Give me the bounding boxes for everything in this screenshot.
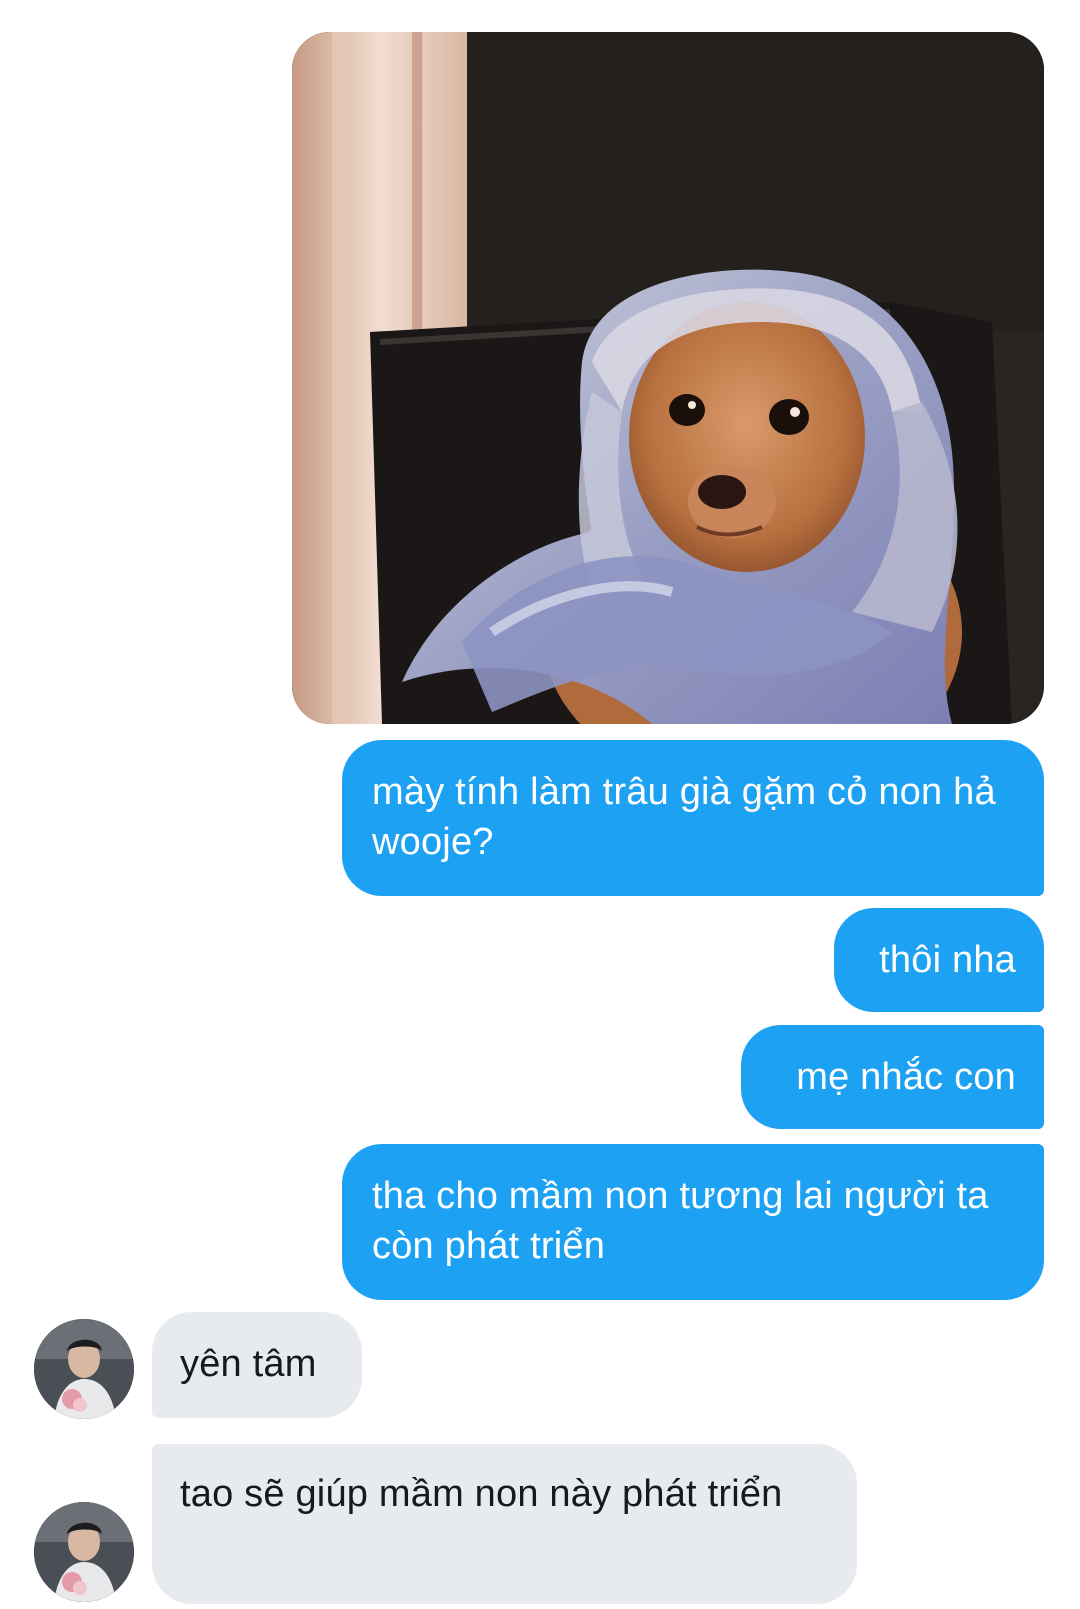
dog-meme-image: [292, 32, 1044, 724]
message-text: yên tâm: [180, 1343, 317, 1385]
incoming-message[interactable]: tao sẽ giúp mầm non này phát triển: [152, 1444, 857, 1604]
message-text: tha cho mầm non tương lai người ta còn p…: [372, 1175, 989, 1267]
incoming-message[interactable]: yên tâm: [152, 1312, 362, 1418]
message-text: tao sẽ giúp mầm non này phát triển: [180, 1473, 783, 1515]
outgoing-message[interactable]: mày tính làm trâu già gặm cỏ non hả wooj…: [342, 740, 1044, 896]
avatar-photo-icon: [34, 1502, 134, 1602]
outgoing-message[interactable]: mẹ nhắc con: [741, 1025, 1044, 1129]
avatar-photo-icon: [34, 1319, 134, 1419]
image-message[interactable]: [292, 32, 1044, 724]
message-text: mẹ nhắc con: [796, 1056, 1016, 1098]
outgoing-message[interactable]: tha cho mầm non tương lai người ta còn p…: [342, 1144, 1044, 1300]
message-text: thôi nha: [879, 939, 1016, 981]
chat-thread: mày tính làm trâu già gặm cỏ non hả wooj…: [0, 0, 1080, 1609]
contact-avatar[interactable]: [34, 1502, 134, 1602]
contact-avatar[interactable]: [34, 1319, 134, 1419]
outgoing-message[interactable]: thôi nha: [834, 908, 1044, 1012]
message-text: mày tính làm trâu già gặm cỏ non hả wooj…: [372, 771, 996, 863]
